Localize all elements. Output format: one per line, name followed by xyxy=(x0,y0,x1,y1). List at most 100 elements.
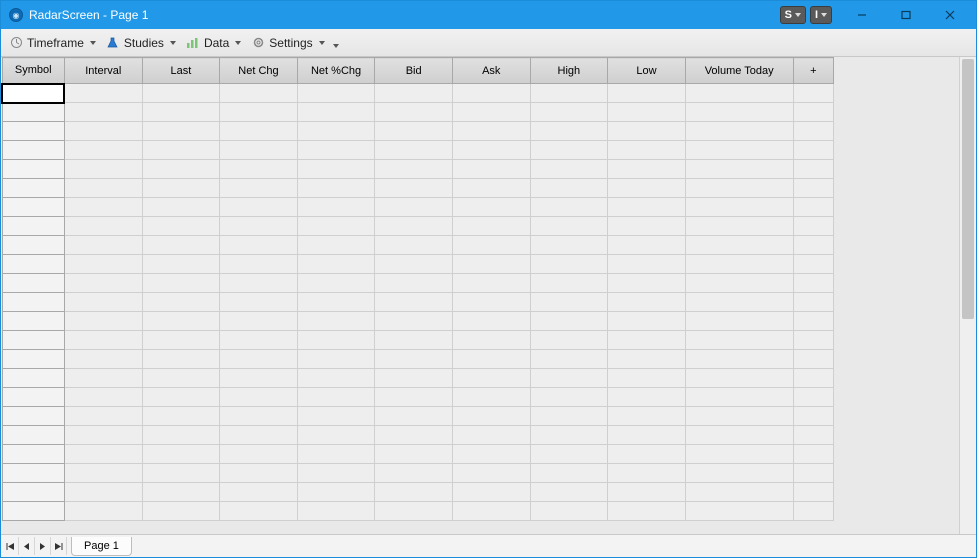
cell[interactable] xyxy=(375,141,453,160)
cell[interactable] xyxy=(297,483,375,502)
cell[interactable] xyxy=(685,502,793,521)
cell[interactable] xyxy=(375,464,453,483)
cell[interactable] xyxy=(608,293,686,312)
column-header[interactable]: Net %Chg xyxy=(297,58,375,84)
cell[interactable] xyxy=(608,502,686,521)
cell[interactable] xyxy=(608,312,686,331)
cell[interactable] xyxy=(64,293,142,312)
cell[interactable] xyxy=(452,293,530,312)
cell[interactable] xyxy=(297,84,375,103)
cell[interactable] xyxy=(64,312,142,331)
cell[interactable] xyxy=(375,502,453,521)
cell[interactable] xyxy=(2,179,64,198)
cell[interactable] xyxy=(297,217,375,236)
cell[interactable] xyxy=(452,217,530,236)
cell[interactable] xyxy=(220,369,298,388)
cell[interactable] xyxy=(142,293,220,312)
cell[interactable] xyxy=(793,350,833,369)
cell[interactable] xyxy=(608,122,686,141)
cell[interactable] xyxy=(2,483,64,502)
cell[interactable] xyxy=(452,331,530,350)
cell[interactable] xyxy=(452,179,530,198)
cell[interactable] xyxy=(375,217,453,236)
cell[interactable] xyxy=(297,198,375,217)
next-page-button[interactable] xyxy=(35,537,51,555)
cell[interactable] xyxy=(220,84,298,103)
cell[interactable] xyxy=(220,274,298,293)
prev-page-button[interactable] xyxy=(19,537,35,555)
cell[interactable] xyxy=(297,274,375,293)
table-row[interactable] xyxy=(2,502,834,521)
cell[interactable] xyxy=(64,198,142,217)
cell[interactable] xyxy=(2,255,64,274)
cell[interactable] xyxy=(608,217,686,236)
cell[interactable] xyxy=(64,502,142,521)
cell[interactable] xyxy=(452,502,530,521)
cell[interactable] xyxy=(530,312,608,331)
cell[interactable] xyxy=(452,160,530,179)
cell[interactable] xyxy=(685,407,793,426)
table-row[interactable] xyxy=(2,179,834,198)
cell[interactable] xyxy=(220,103,298,122)
cell[interactable] xyxy=(685,198,793,217)
table-row[interactable] xyxy=(2,369,834,388)
cell[interactable] xyxy=(142,464,220,483)
cell[interactable] xyxy=(2,84,64,103)
scrollbar-thumb[interactable] xyxy=(962,59,974,319)
cell[interactable] xyxy=(142,160,220,179)
cell[interactable] xyxy=(793,388,833,407)
cell[interactable] xyxy=(297,445,375,464)
cell[interactable] xyxy=(142,407,220,426)
table-row[interactable] xyxy=(2,388,834,407)
toolbar-overflow-button[interactable] xyxy=(331,32,341,54)
cell[interactable] xyxy=(452,236,530,255)
cell[interactable] xyxy=(375,350,453,369)
cell[interactable] xyxy=(375,103,453,122)
cell[interactable] xyxy=(685,255,793,274)
cell[interactable] xyxy=(142,255,220,274)
cell[interactable] xyxy=(375,255,453,274)
cell[interactable] xyxy=(64,445,142,464)
cell[interactable] xyxy=(142,502,220,521)
cell[interactable] xyxy=(64,388,142,407)
cell[interactable] xyxy=(375,388,453,407)
cell[interactable] xyxy=(2,312,64,331)
cell[interactable] xyxy=(220,464,298,483)
cell[interactable] xyxy=(685,236,793,255)
cell[interactable] xyxy=(64,464,142,483)
cell[interactable] xyxy=(793,426,833,445)
cell[interactable] xyxy=(530,483,608,502)
cell[interactable] xyxy=(452,388,530,407)
cell[interactable] xyxy=(530,255,608,274)
cell[interactable] xyxy=(220,483,298,502)
cell[interactable] xyxy=(793,293,833,312)
cell[interactable] xyxy=(452,255,530,274)
cell[interactable] xyxy=(452,426,530,445)
cell[interactable] xyxy=(297,426,375,445)
cell[interactable] xyxy=(297,312,375,331)
cell[interactable] xyxy=(793,198,833,217)
table-row[interactable] xyxy=(2,103,834,122)
cell[interactable] xyxy=(64,407,142,426)
maximize-button[interactable] xyxy=(892,5,920,25)
table-row[interactable] xyxy=(2,141,834,160)
cell[interactable] xyxy=(685,103,793,122)
cell[interactable] xyxy=(220,331,298,350)
cell[interactable] xyxy=(220,217,298,236)
cell[interactable] xyxy=(2,407,64,426)
cell[interactable] xyxy=(2,160,64,179)
cell[interactable] xyxy=(64,217,142,236)
column-header[interactable]: Ask xyxy=(452,58,530,84)
cell[interactable] xyxy=(793,502,833,521)
cell[interactable] xyxy=(530,217,608,236)
cell[interactable] xyxy=(64,103,142,122)
cell[interactable] xyxy=(2,369,64,388)
cell[interactable] xyxy=(608,388,686,407)
cell[interactable] xyxy=(375,236,453,255)
cell[interactable] xyxy=(220,312,298,331)
data-menu[interactable]: Data xyxy=(182,32,245,54)
cell[interactable] xyxy=(530,122,608,141)
cell[interactable] xyxy=(375,445,453,464)
cell[interactable] xyxy=(452,369,530,388)
column-header[interactable]: Volume Today xyxy=(685,58,793,84)
